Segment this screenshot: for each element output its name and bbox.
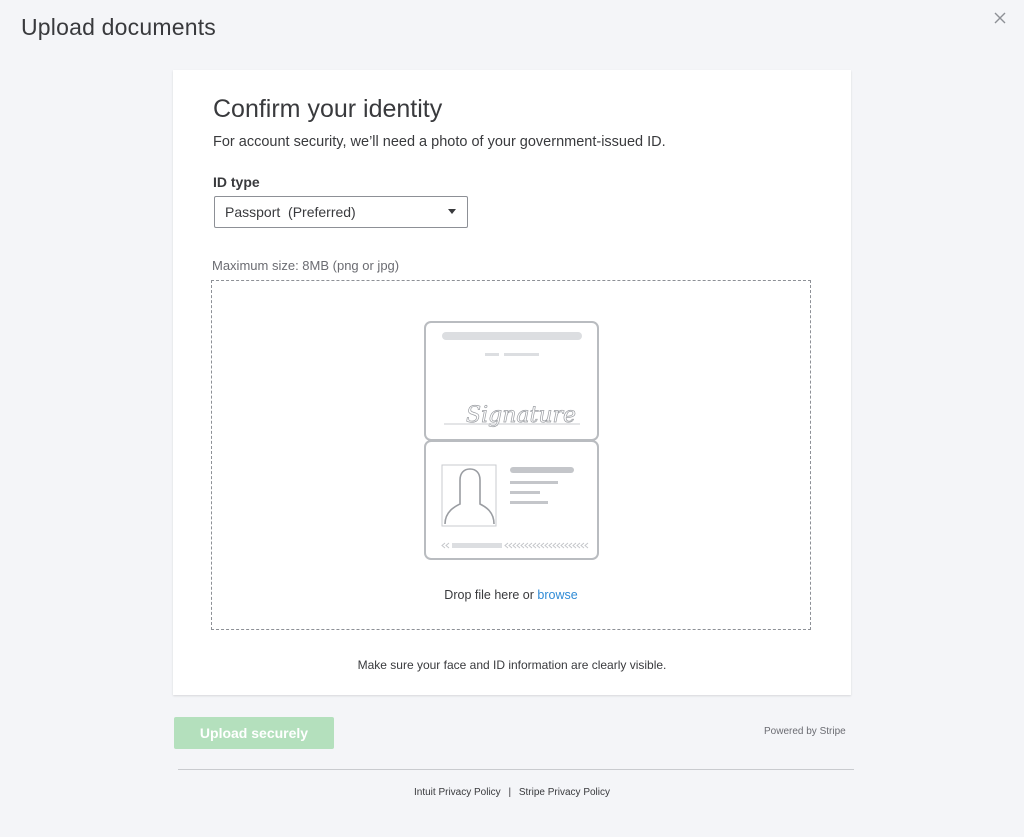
intuit-privacy-link[interactable]: Intuit Privacy Policy: [414, 787, 501, 798]
footer-links: Intuit Privacy Policy | Stripe Privacy P…: [0, 787, 1024, 798]
caret-down-icon: [448, 209, 456, 214]
id-type-value: Passport (Preferred): [225, 204, 356, 220]
card-title: Confirm your identity: [213, 95, 443, 123]
max-size-note: Maximum size: 8MB (png or jpg): [212, 258, 400, 273]
file-drop-zone[interactable]: Signature Drop file here or browse: [211, 280, 811, 630]
id-type-select[interactable]: Passport (Preferred): [214, 196, 468, 228]
identity-card: Confirm your identity For account securi…: [173, 70, 851, 695]
drop-instructions: Drop file here or browse: [212, 588, 810, 602]
visibility-hint: Make sure your face and ID information a…: [357, 658, 667, 672]
upload-securely-button[interactable]: Upload securely: [174, 717, 334, 749]
close-button[interactable]: [990, 8, 1010, 28]
page-title: Upload documents: [21, 14, 216, 40]
stripe-privacy-link[interactable]: Stripe Privacy Policy: [519, 787, 610, 798]
close-icon: [994, 12, 1006, 24]
id-type-label: ID type: [213, 174, 260, 190]
footer-separator: |: [508, 787, 512, 798]
card-description: For account security, we’ll need a photo…: [213, 134, 666, 150]
drop-text: Drop file here or: [444, 588, 534, 602]
powered-by-stripe: Powered by Stripe: [764, 726, 846, 737]
passport-illustration-icon: Signature: [424, 321, 599, 560]
footer-divider: [178, 769, 854, 770]
browse-link[interactable]: browse: [537, 588, 577, 602]
